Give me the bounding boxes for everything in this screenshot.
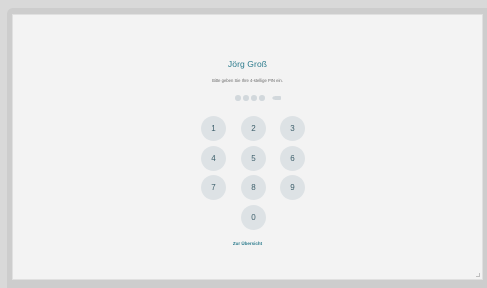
key-0[interactable]: 0 xyxy=(241,205,266,230)
key-1[interactable]: 1 xyxy=(201,116,226,141)
key-9[interactable]: 9 xyxy=(280,175,305,200)
pin-dot-4 xyxy=(259,95,265,101)
pin-indicator xyxy=(235,95,281,101)
pin-dot-2 xyxy=(243,95,249,101)
key-2[interactable]: 2 xyxy=(241,116,266,141)
key-6[interactable]: 6 xyxy=(280,146,305,171)
key-8[interactable]: 8 xyxy=(241,175,266,200)
pin-dot-3 xyxy=(251,95,257,101)
key-4[interactable]: 4 xyxy=(201,146,226,171)
overview-link[interactable]: Zur Übersicht xyxy=(13,241,482,246)
pin-dot-1 xyxy=(235,95,241,101)
pin-keypad: 1 2 3 4 5 6 7 8 9 0 xyxy=(201,116,306,234)
key-3[interactable]: 3 xyxy=(280,116,305,141)
pin-login-screen: Jörg Groß Bitte geben Sie Ihre 4-stellig… xyxy=(12,14,483,280)
backspace-icon[interactable] xyxy=(272,95,281,101)
user-name: Jörg Groß xyxy=(227,59,268,69)
resize-corner xyxy=(476,273,480,277)
key-5[interactable]: 5 xyxy=(241,146,266,171)
key-7[interactable]: 7 xyxy=(201,175,226,200)
pin-prompt: Bitte geben Sie Ihre 4-stellige PIN ein. xyxy=(212,78,283,83)
